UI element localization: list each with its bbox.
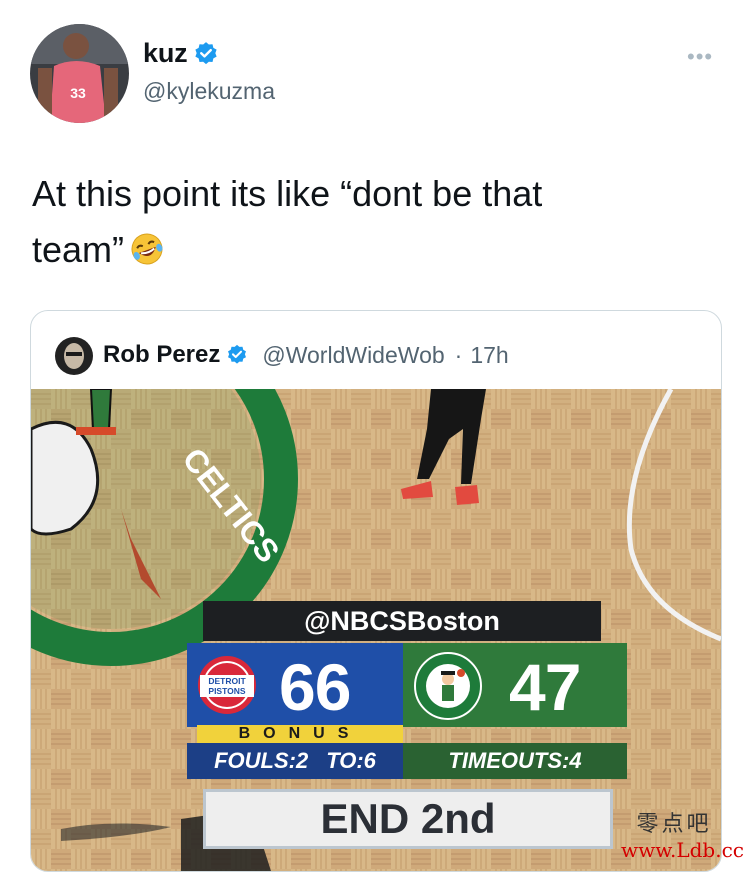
celtics-score-panel: 47 (403, 643, 627, 727)
watermark: 零点吧 www.Ldb.cc (604, 806, 744, 862)
author-name-row[interactable]: kuz (143, 38, 219, 69)
verified-badge-icon (195, 41, 218, 64)
celtics-logo-icon (414, 652, 482, 720)
celtics-stats-bar: TIMEOUTS:4 (403, 743, 627, 779)
quoted-tweet-media[interactable]: CELTICS @NBCSBoston DETROIT PISTONS 66 4… (31, 389, 721, 871)
quote-author-row[interactable]: Rob Perez @WorldWideWob · 17h (103, 341, 509, 369)
author-avatar[interactable]: 33 (30, 24, 129, 123)
tweet-text: At this point its like “dont be that tea… (32, 166, 692, 278)
celtics-score: 47 (509, 650, 581, 724)
pistons-score: 66 (279, 650, 351, 724)
laughing-emoji-icon (131, 233, 163, 265)
author-name[interactable]: kuz (143, 38, 188, 69)
game-period: END 2nd (203, 789, 613, 849)
quote-author-handle[interactable]: @WorldWideWob (262, 342, 444, 369)
svg-text:DETROIT: DETROIT (208, 676, 246, 686)
quote-author-avatar[interactable] (55, 337, 93, 375)
broadcast-network-bar: @NBCSBoston (203, 601, 601, 641)
svg-text:33: 33 (70, 85, 86, 101)
tweet-text-line-2: team” (32, 222, 692, 278)
pistons-fouls: FOULS:2 (214, 748, 309, 773)
author-handle[interactable]: @kylekuzma (143, 78, 275, 105)
verified-badge-icon (228, 344, 247, 364)
tweet-text-line-1: At this point its like “dont be that (32, 173, 543, 214)
pistons-timeouts: TO:6 (326, 748, 376, 773)
quote-author-name[interactable]: Rob Perez (103, 341, 220, 369)
bonus-indicator: BONUS (197, 725, 403, 743)
more-options-icon[interactable]: ••• (687, 44, 713, 70)
celtics-timeouts: TIMEOUTS:4 (448, 748, 582, 773)
watermark-url: www.Ldb.cc (621, 838, 744, 862)
pistons-stats-bar: FOULS:2 TO:6 (187, 743, 403, 779)
pistons-logo-icon: DETROIT PISTONS (198, 656, 256, 714)
svg-text:PISTONS: PISTONS (208, 686, 245, 696)
pistons-score-panel: DETROIT PISTONS 66 (187, 643, 403, 727)
quote-timestamp[interactable]: 17h (470, 342, 508, 369)
tweet-text-line-2-text: team” (32, 229, 125, 270)
watermark-chinese: 零点吧 (636, 812, 712, 837)
separator-dot: · (454, 341, 463, 368)
quoted-tweet-card[interactable]: Rob Perez @WorldWideWob · 17h CELTICS @N… (30, 310, 722, 872)
